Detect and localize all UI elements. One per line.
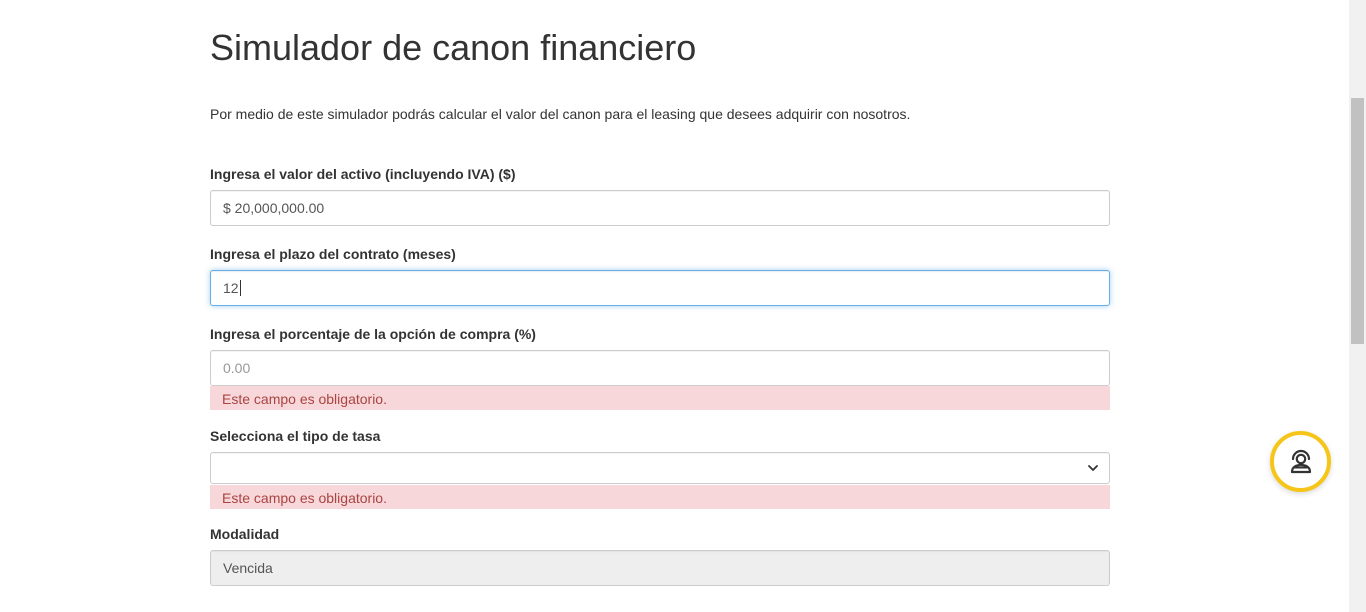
term-label: Ingresa el plazo del contrato (meses)	[210, 246, 456, 262]
purchase-option-input[interactable]: 0.00	[210, 350, 1110, 386]
purchase-option-placeholder: 0.00	[223, 360, 251, 376]
support-agent-icon	[1290, 449, 1311, 473]
asset-value-text: $ 20,000,000.00	[223, 200, 325, 216]
modality-label: Modalidad	[210, 526, 280, 542]
page-scrollbar[interactable]	[1349, 0, 1366, 612]
rate-type-label: Selecciona el tipo de tasa	[210, 428, 381, 444]
rate-type-error: Este campo es obligatorio.	[210, 485, 1110, 509]
term-input[interactable]: 12	[210, 270, 1110, 306]
intro-text: Por medio de este simulador podrás calcu…	[210, 106, 911, 122]
purchase-option-label: Ingresa el porcentaje de la opción de co…	[210, 326, 536, 342]
text-caret	[239, 280, 241, 296]
asset-value-input[interactable]: $ 20,000,000.00	[210, 190, 1110, 226]
term-text: 12	[223, 280, 239, 296]
chevron-down-icon	[1088, 465, 1098, 471]
modality-value: Vencida	[223, 560, 273, 576]
page-title: Simulador de canon financiero	[210, 27, 697, 68]
rate-type-select[interactable]	[210, 452, 1110, 484]
modality-field: Vencida	[210, 550, 1110, 586]
asset-value-label: Ingresa el valor del activo (incluyendo …	[210, 166, 516, 182]
purchase-option-error: Este campo es obligatorio.	[210, 386, 1110, 410]
help-chat-button[interactable]	[1270, 431, 1331, 492]
scrollbar-thumb[interactable]	[1351, 98, 1364, 344]
